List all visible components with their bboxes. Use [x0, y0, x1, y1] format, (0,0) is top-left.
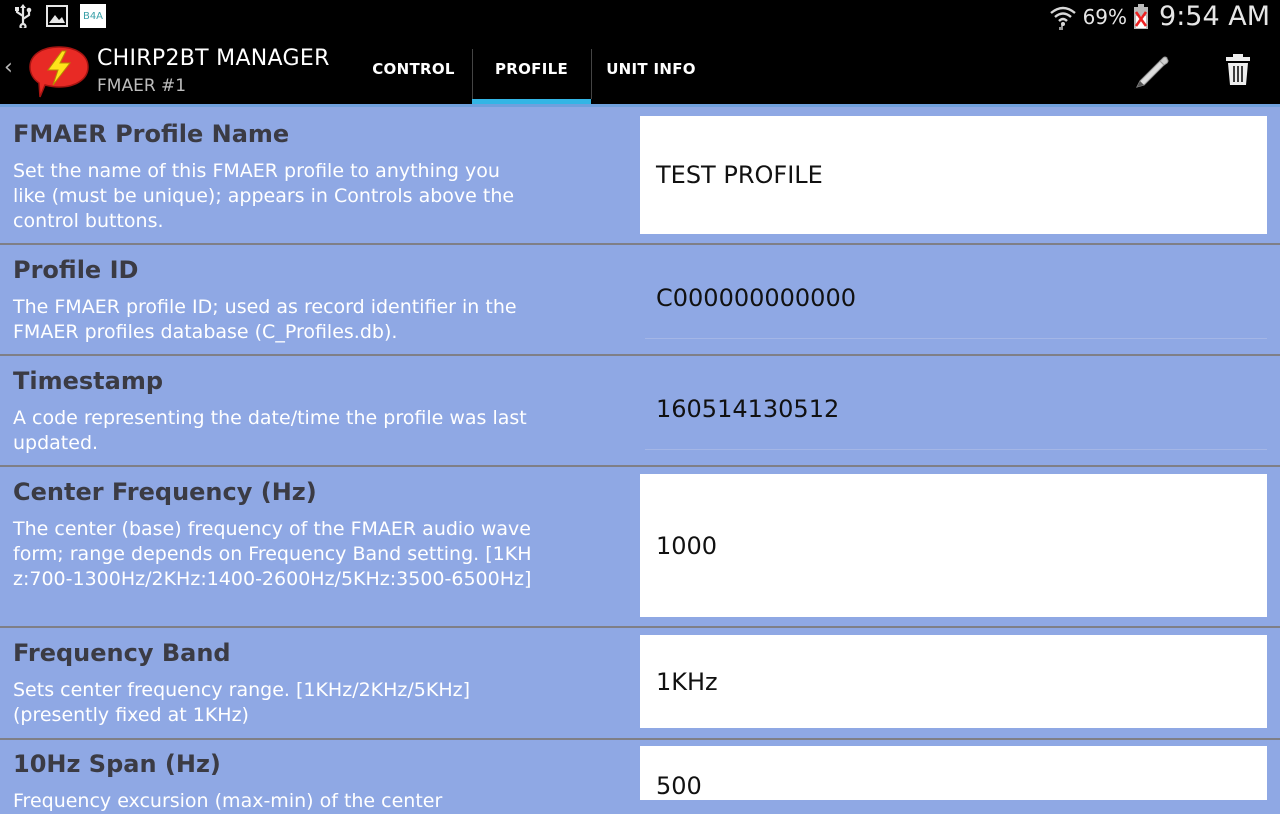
wifi-icon — [1049, 6, 1076, 30]
app-logo-icon[interactable] — [28, 45, 90, 99]
timestamp-title: Timestamp — [13, 367, 164, 395]
frequency-band-value: 1KHz — [656, 667, 718, 696]
tab-profile[interactable]: PROFILE — [472, 33, 591, 104]
frequency-band-description: Sets center frequency range. [1KHz/2KHz/… — [13, 679, 471, 726]
image-icon — [46, 5, 68, 27]
notification-icons: B4A — [12, 4, 106, 28]
trash-icon[interactable] — [1224, 51, 1252, 89]
battery-icon — [1134, 3, 1149, 29]
frequency-band-title: Frequency Band — [13, 639, 231, 667]
center-frequency-value: 1000 — [656, 531, 718, 560]
clock: 9:54 AM — [1159, 1, 1270, 32]
timestamp-underline — [645, 449, 1267, 450]
profile-name-value: TEST PROFILE — [656, 161, 823, 189]
timestamp-value: 160514130512 — [656, 395, 840, 423]
app-title: CHIRP2BT MANAGER — [97, 46, 330, 71]
tab-label: UNIT INFO — [606, 59, 696, 78]
profile-name-description: Set the name of this FMAER profile to an… — [13, 160, 515, 232]
row-divider — [0, 465, 1280, 467]
profile-id-underline — [645, 338, 1267, 339]
span-title: 10Hz Span (Hz) — [13, 750, 221, 778]
frequency-band-input[interactable]: 1KHz — [640, 635, 1267, 728]
system-indicators: 69% 9:54 AM — [1049, 0, 1270, 33]
center-frequency-input[interactable]: 1000 — [640, 474, 1267, 617]
row-divider — [0, 738, 1280, 740]
profile-id-title: Profile ID — [13, 256, 139, 284]
span-value: 500 — [656, 772, 702, 800]
tab-unit-info[interactable]: UNIT INFO — [591, 33, 711, 104]
action-bar-underline — [0, 104, 1280, 107]
row-divider — [0, 626, 1280, 628]
profile-name-title: FMAER Profile Name — [13, 120, 290, 148]
app-subtitle: FMAER #1 — [97, 76, 187, 96]
up-navigation-icon[interactable]: ‹ — [4, 55, 13, 80]
center-frequency-description: The center (base) frequency of the FMAER… — [13, 518, 532, 590]
b4a-icon: B4A — [80, 4, 106, 28]
timestamp-description: A code representing the date/time the pr… — [13, 407, 527, 454]
action-bar: ‹ CHIRP2BT MANAGER FMAER #1 CONTROL PROF… — [0, 33, 1280, 104]
status-bar: B4A 69% 9:54 AM — [0, 0, 1280, 33]
span-description: Frequency excursion (max-min) of the cen… — [13, 790, 443, 812]
profile-name-input[interactable]: TEST PROFILE — [640, 116, 1267, 234]
usb-icon — [15, 4, 32, 28]
row-divider — [0, 243, 1280, 245]
row-divider — [0, 354, 1280, 356]
tab-label: PROFILE — [494, 59, 569, 78]
span-input[interactable]: 500 — [640, 746, 1267, 800]
tab-control[interactable]: CONTROL — [355, 33, 472, 104]
edit-pencil-icon[interactable] — [1134, 51, 1172, 89]
profile-id-description: The FMAER profile ID; used as record ide… — [13, 296, 517, 343]
tab-label: CONTROL — [372, 59, 455, 78]
profile-id-value: C000000000000 — [656, 284, 856, 312]
battery-percentage: 69% — [1082, 4, 1128, 29]
center-frequency-title: Center Frequency (Hz) — [13, 478, 317, 506]
